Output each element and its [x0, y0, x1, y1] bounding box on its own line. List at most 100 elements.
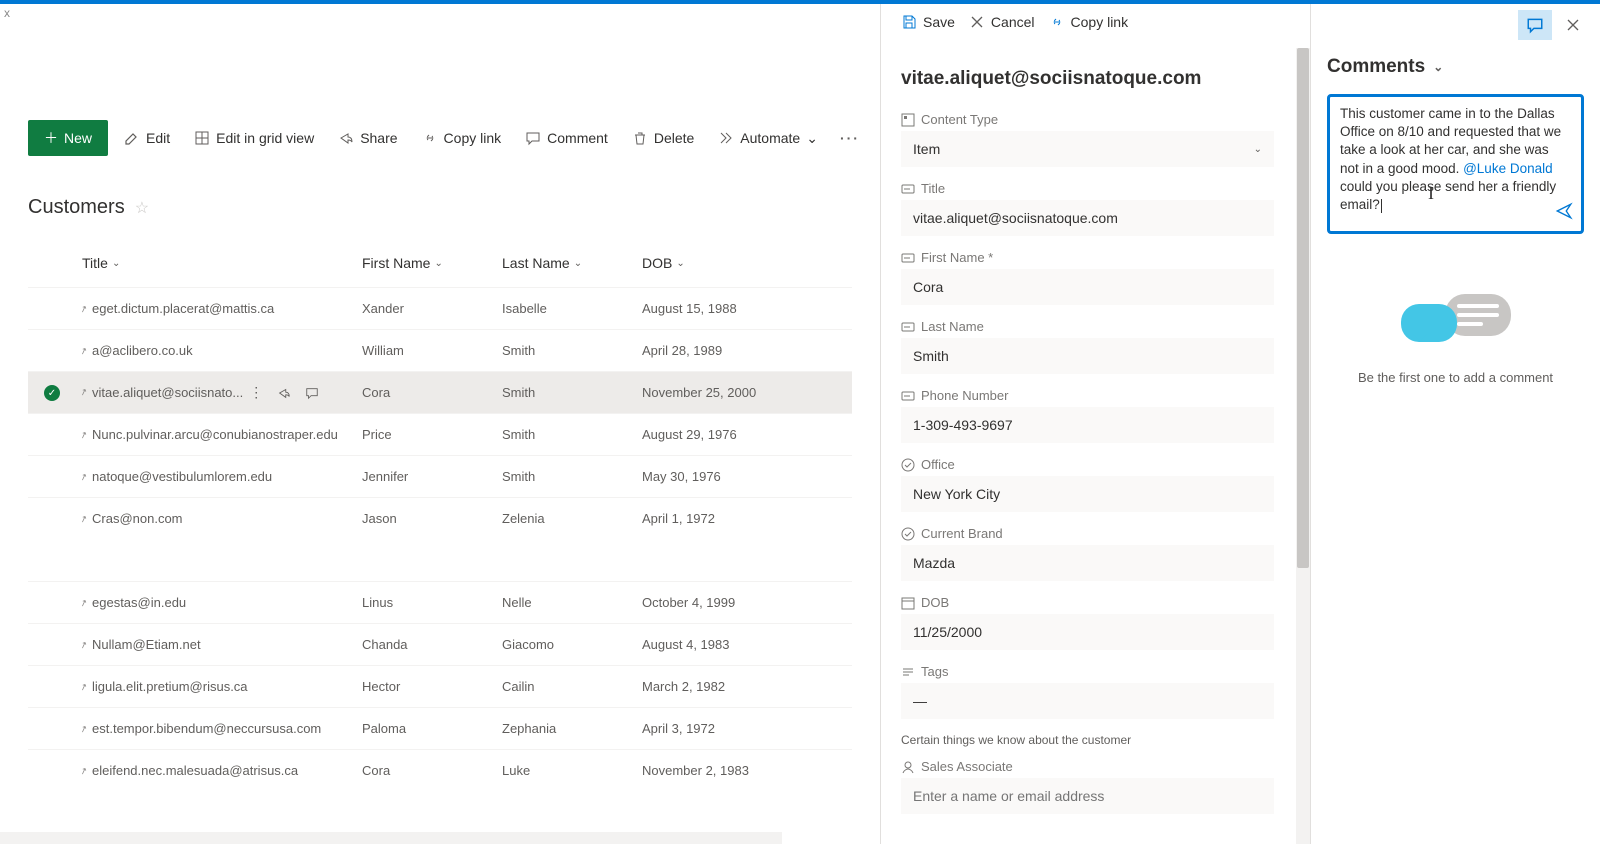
lastname-input[interactable] [901, 338, 1274, 374]
comments-toggle-button[interactable] [1518, 10, 1552, 40]
row-cell: October 4, 1999 [642, 595, 802, 610]
title-input[interactable] [901, 200, 1274, 236]
row-cell: Cailin [502, 679, 642, 694]
row-title[interactable]: ↗a@aclibero.co.uk [82, 343, 362, 358]
table-row[interactable]: ↗Nunc.pulvinar.arcu@conubianostraper.edu… [28, 413, 852, 455]
row-cell: Cora [362, 385, 502, 400]
table-row[interactable]: ↗egestas@in.eduLinusNelleOctober 4, 1999 [28, 581, 852, 623]
row-cell: William [362, 343, 502, 358]
share-icon [338, 130, 354, 146]
phone-input[interactable] [901, 407, 1274, 443]
horizontal-scrollbar[interactable] [0, 832, 782, 844]
comments-heading[interactable]: Comments ⌄ [1327, 56, 1584, 78]
table-row[interactable]: ↗a@aclibero.co.ukWilliamSmithApril 28, 1… [28, 329, 852, 371]
dob-input[interactable] [901, 614, 1274, 650]
link-indicator-icon: ↗ [78, 429, 89, 442]
close-panel-button[interactable] [1556, 10, 1590, 40]
row-cell: Smith [502, 385, 642, 400]
row-title[interactable]: ↗vitae.aliquet@sociisnato...⋮ [82, 384, 362, 401]
row-cell: Chanda [362, 637, 502, 652]
edit-grid-button[interactable]: Edit in grid view [186, 124, 322, 152]
table-row[interactable]: ✓↗vitae.aliquet@sociisnato...⋮CoraSmithN… [28, 371, 852, 413]
copy-link-button[interactable]: Copy link [414, 124, 510, 152]
comment-button[interactable]: Comment [517, 124, 616, 152]
detail-heading: vitae.aliquet@sociisnatoque.com [901, 68, 1274, 90]
table-row[interactable]: ↗eget.dictum.placerat@mattis.caXanderIsa… [28, 287, 852, 329]
chevron-down-icon: ⌄ [574, 258, 582, 269]
flow-icon [718, 130, 734, 146]
detail-copy-link-button[interactable]: Copy link [1049, 14, 1129, 30]
text-cursor-icon: I [1428, 183, 1434, 204]
comments-empty-state: Be the first one to add a comment [1327, 294, 1584, 385]
row-title[interactable]: ↗eleifend.nec.malesuada@atrisus.ca [82, 763, 362, 778]
sales-associate-input[interactable] [901, 778, 1274, 814]
table-row[interactable]: ↗eleifend.nec.malesuada@atrisus.caCoraLu… [28, 749, 852, 791]
detail-scrollbar[interactable] [1296, 48, 1310, 844]
table-row[interactable]: ↗ligula.elit.pretium@risus.caHectorCaili… [28, 665, 852, 707]
new-button[interactable]: ＋ New [28, 120, 108, 156]
save-button[interactable]: Save [901, 14, 955, 30]
send-button[interactable] [1555, 202, 1573, 225]
row-title[interactable]: ↗eget.dictum.placerat@mattis.ca [82, 301, 362, 316]
table-row[interactable]: ↗Cras@non.comJasonZeleniaApril 1, 1972 [28, 497, 852, 539]
row-title[interactable]: ↗Cras@non.com [82, 511, 362, 526]
mention[interactable]: @Luke Donald [1463, 161, 1553, 176]
table-row[interactable]: ↗natoque@vestibulumlorem.eduJenniferSmit… [28, 455, 852, 497]
edit-button[interactable]: Edit [116, 124, 178, 152]
speech-bubbles-icon [1401, 294, 1511, 354]
row-cell: Giacomo [502, 637, 642, 652]
share-button[interactable]: Share [330, 124, 405, 152]
more-actions-button[interactable]: ··· [834, 130, 866, 146]
field-label-phone: Phone Number [921, 388, 1008, 403]
field-label-tags: Tags [921, 664, 948, 679]
row-cell: Luke [502, 763, 642, 778]
row-cell: Smith [502, 343, 642, 358]
chevron-down-icon: ⌄ [676, 258, 684, 269]
row-title[interactable]: ↗natoque@vestibulumlorem.edu [82, 469, 362, 484]
row-title[interactable]: ↗ligula.elit.pretium@risus.ca [82, 679, 362, 694]
close-icon [969, 14, 985, 30]
chevron-down-icon: ⌄ [434, 258, 442, 269]
row-cell: May 30, 1976 [642, 469, 802, 484]
row-more-icon[interactable]: ⋮ [249, 384, 263, 401]
row-cell: August 15, 1988 [642, 301, 802, 316]
tags-input[interactable]: — [901, 683, 1274, 719]
row-cell: Price [362, 427, 502, 442]
row-title[interactable]: ↗egestas@in.edu [82, 595, 362, 610]
row-comment-icon[interactable] [305, 384, 319, 401]
column-header-lastname[interactable]: Last Name⌄ [502, 255, 642, 271]
content-type-select[interactable]: Item⌄ [901, 131, 1274, 167]
firstname-input[interactable] [901, 269, 1274, 305]
row-title[interactable]: ↗est.tempor.bibendum@neccursusa.com [82, 721, 362, 736]
delete-button[interactable]: Delete [624, 124, 702, 152]
cancel-button[interactable]: Cancel [969, 14, 1035, 30]
office-input[interactable] [901, 476, 1274, 512]
empty-comments-text: Be the first one to add a comment [1327, 370, 1584, 385]
column-header-title[interactable]: Title⌄ [82, 255, 362, 271]
row-cell: November 2, 1983 [642, 763, 802, 778]
person-icon [901, 760, 915, 774]
column-header-dob[interactable]: DOB⌄ [642, 255, 802, 271]
automate-button[interactable]: Automate ⌄ [710, 124, 826, 153]
comment-input[interactable]: This customer came in to the Dallas Offi… [1327, 94, 1584, 234]
table-row[interactable]: ↗Nullam@Etiam.netChandaGiacomoAugust 4, … [28, 623, 852, 665]
row-cell: Smith [502, 427, 642, 442]
column-header-firstname[interactable]: First Name⌄ [362, 255, 502, 271]
row-share-icon[interactable] [277, 384, 291, 401]
table-row[interactable]: ↗est.tempor.bibendum@neccursusa.comPalom… [28, 707, 852, 749]
favorite-star-icon[interactable]: ☆ [135, 198, 149, 218]
row-cell: Linus [362, 595, 502, 610]
row-cell: April 1, 1972 [642, 511, 802, 526]
link-icon [1049, 14, 1065, 30]
link-indicator-icon: ↗ [78, 513, 89, 526]
row-cell: August 29, 1976 [642, 427, 802, 442]
row-title[interactable]: ↗Nullam@Etiam.net [82, 637, 362, 652]
chevron-down-icon: ⌄ [1433, 60, 1443, 74]
brand-input[interactable] [901, 545, 1274, 581]
link-indicator-icon: ↗ [78, 723, 89, 736]
comments-panel: Comments ⌄ This customer came in to the … [1310, 4, 1600, 844]
text-icon [901, 251, 915, 265]
row-title[interactable]: ↗Nunc.pulvinar.arcu@conubianostraper.edu [82, 427, 362, 442]
text-caret [1381, 199, 1382, 213]
content-type-icon [901, 113, 915, 127]
